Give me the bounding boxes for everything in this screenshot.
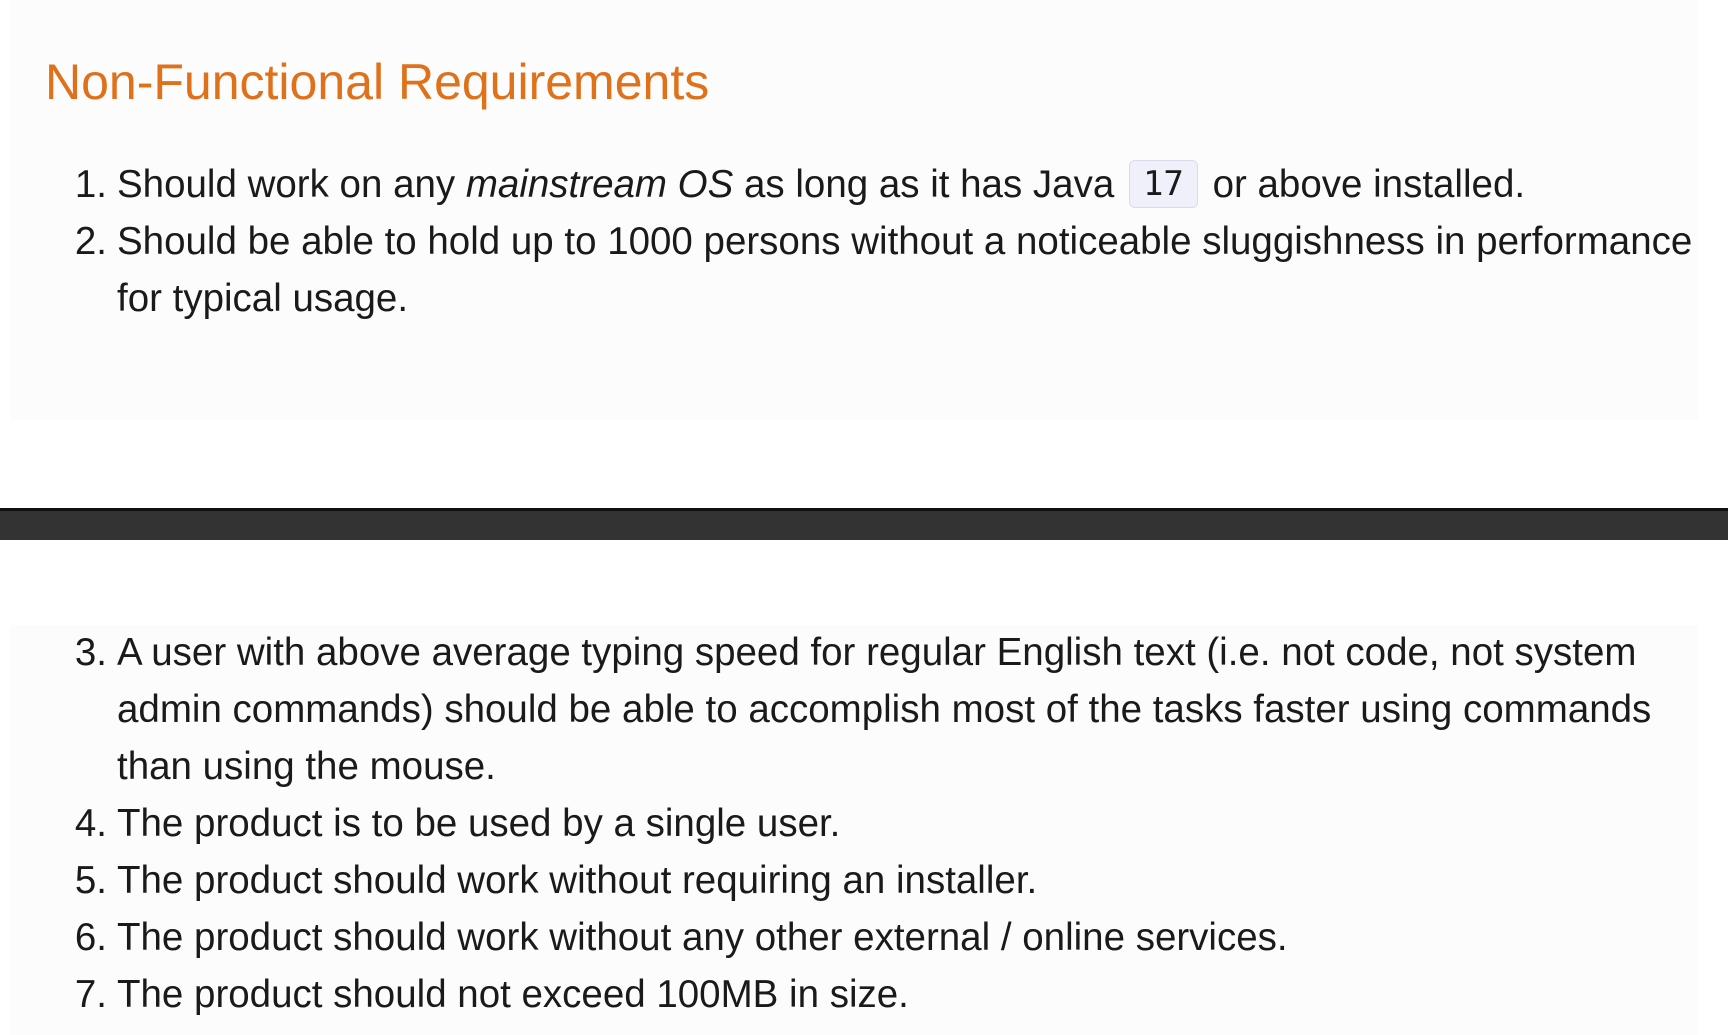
list-item: 1. Should work on any mainstream OS as lo…	[10, 156, 1697, 213]
list-item-number: 6.	[74, 916, 107, 959]
list-item-number: 2.	[74, 220, 107, 263]
requirements-list-bottom: 3. A user with above average typing speed…	[10, 624, 1697, 1023]
list-item-number: 5.	[74, 859, 107, 902]
list-item-number: 1.	[74, 163, 107, 206]
list-item: 6. The product should work without any ot…	[10, 909, 1697, 966]
list-item-text: Should be able to hold up to 1000 person…	[117, 220, 1693, 320]
document-section-bottom: 3. A user with above average typing speed…	[10, 625, 1698, 1035]
list-item-text-part: or above installed.	[1201, 163, 1526, 206]
list-item-text: The product should work without requirin…	[117, 859, 1038, 902]
list-item-number: 7.	[74, 973, 107, 1016]
requirements-list-top: 1. Should work on any mainstream OS as lo…	[10, 156, 1697, 327]
inline-code: 17	[1128, 160, 1198, 208]
section-heading: Non-Functional Requirements	[45, 54, 710, 110]
list-item-text-part: as long as it has Java	[733, 163, 1125, 206]
list-item: 4. The product is to be used by a single …	[10, 795, 1697, 852]
list-item: 3. A user with above average typing speed…	[10, 624, 1697, 795]
list-item: 2. Should be able to hold up to 1000 pers…	[10, 213, 1697, 327]
list-item-number: 4.	[74, 802, 107, 845]
page-divider	[0, 508, 1728, 540]
list-item-text: The product should work without any othe…	[117, 916, 1288, 959]
list-item-text-part: Should work on any	[117, 163, 466, 206]
emphasis-text: mainstream OS	[465, 163, 734, 206]
document-section-top: Non-Functional Requirements 1. Should wor…	[10, 0, 1698, 420]
page-divider-edge	[0, 508, 1728, 511]
list-item-text: The product is to be used by a single us…	[117, 802, 841, 845]
list-item-text: A user with above average typing speed f…	[117, 631, 1652, 788]
list-item-text: The product should not exceed 100MB in s…	[117, 973, 909, 1016]
document-page: Non-Functional Requirements 1. Should wor…	[0, 0, 1728, 1035]
list-item: 7. The product should not exceed 100MB in…	[10, 966, 1697, 1023]
list-item-number: 3.	[74, 631, 107, 674]
list-item: 5. The product should work without requir…	[10, 852, 1697, 909]
